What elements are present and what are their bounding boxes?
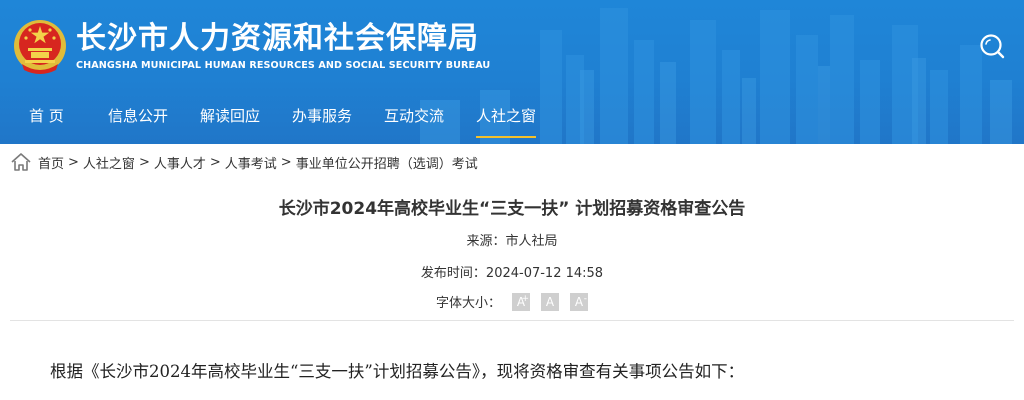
font-size-default-button[interactable]: A [541,292,559,311]
search-icon[interactable] [977,31,1007,61]
breadcrumb-window[interactable]: 人社之窗 [83,153,135,172]
site-header: 长沙市人力资源和社会保障局 CHANGSHA MUNICIPAL HUMAN R… [0,0,1024,144]
breadcrumb-separator: > [138,154,150,170]
article-source: 来源：市人社局 [0,230,1024,249]
breadcrumb-separator: > [209,154,221,170]
home-icon[interactable] [10,152,32,172]
source-label: 来源： [466,234,506,249]
breadcrumb-recruitment[interactable]: 事业单位公开招聘（选调）考试 [296,153,478,172]
article-publish-time: 发布时间：2024-07-12 14:58 [0,262,1024,281]
font-size-decrease-button[interactable]: A- [570,292,588,311]
site-title: 长沙市人力资源和社会保障局 [76,21,479,56]
nav-info-disclosure[interactable]: 信息公开 [108,96,168,144]
article-title: 长沙市2024年高校毕业生“三支一扶” 计划招募资格审查公告 [278,199,746,219]
nav-interaction[interactable]: 互动交流 [384,96,444,144]
nav-services[interactable]: 办事服务 [292,96,352,144]
article-body-paragraph: 根据《长沙市2024年高校毕业生“三支一扶”计划招募公告》，现将资格审查有关事项… [50,362,745,381]
font-size-label: 字体大小： [435,296,501,311]
font-size-increase-button[interactable]: A + [512,292,530,311]
breadcrumb-separator: > [68,154,79,170]
publish-time-label: 发布时间： [420,266,486,281]
breadcrumb-exams[interactable]: 人事考试 [225,153,277,172]
nav-home[interactable]: 首 页 [29,96,64,144]
breadcrumb-personnel[interactable]: 人事人才 [154,153,206,172]
source-value: 市人社局 [505,234,558,249]
national-emblem-icon [14,20,66,74]
nav-interpretation[interactable]: 解读回应 [200,96,260,144]
main-nav: 首 页 信息公开 解读回应 办事服务 互动交流 人社之窗 [0,96,1024,144]
font-size-controls: 字体大小： A + A A- [0,292,1024,311]
site-brand[interactable]: 长沙市人力资源和社会保障局 CHANGSHA MUNICIPAL HUMAN R… [12,16,490,76]
divider [10,320,1014,321]
site-subtitle-en: CHANGSHA MUNICIPAL HUMAN RESOURCES AND S… [76,60,491,71]
breadcrumb-separator: > [280,154,292,170]
breadcrumb-home[interactable]: 首页 [38,153,64,172]
breadcrumb: 首页 > 人社之窗 > 人事人才 > 人事考试 > 事业单位公开招聘（选调）考试 [10,152,478,172]
publish-time-value: 2024-07-12 14:58 [485,266,604,281]
nav-window[interactable]: 人社之窗 [476,96,537,144]
